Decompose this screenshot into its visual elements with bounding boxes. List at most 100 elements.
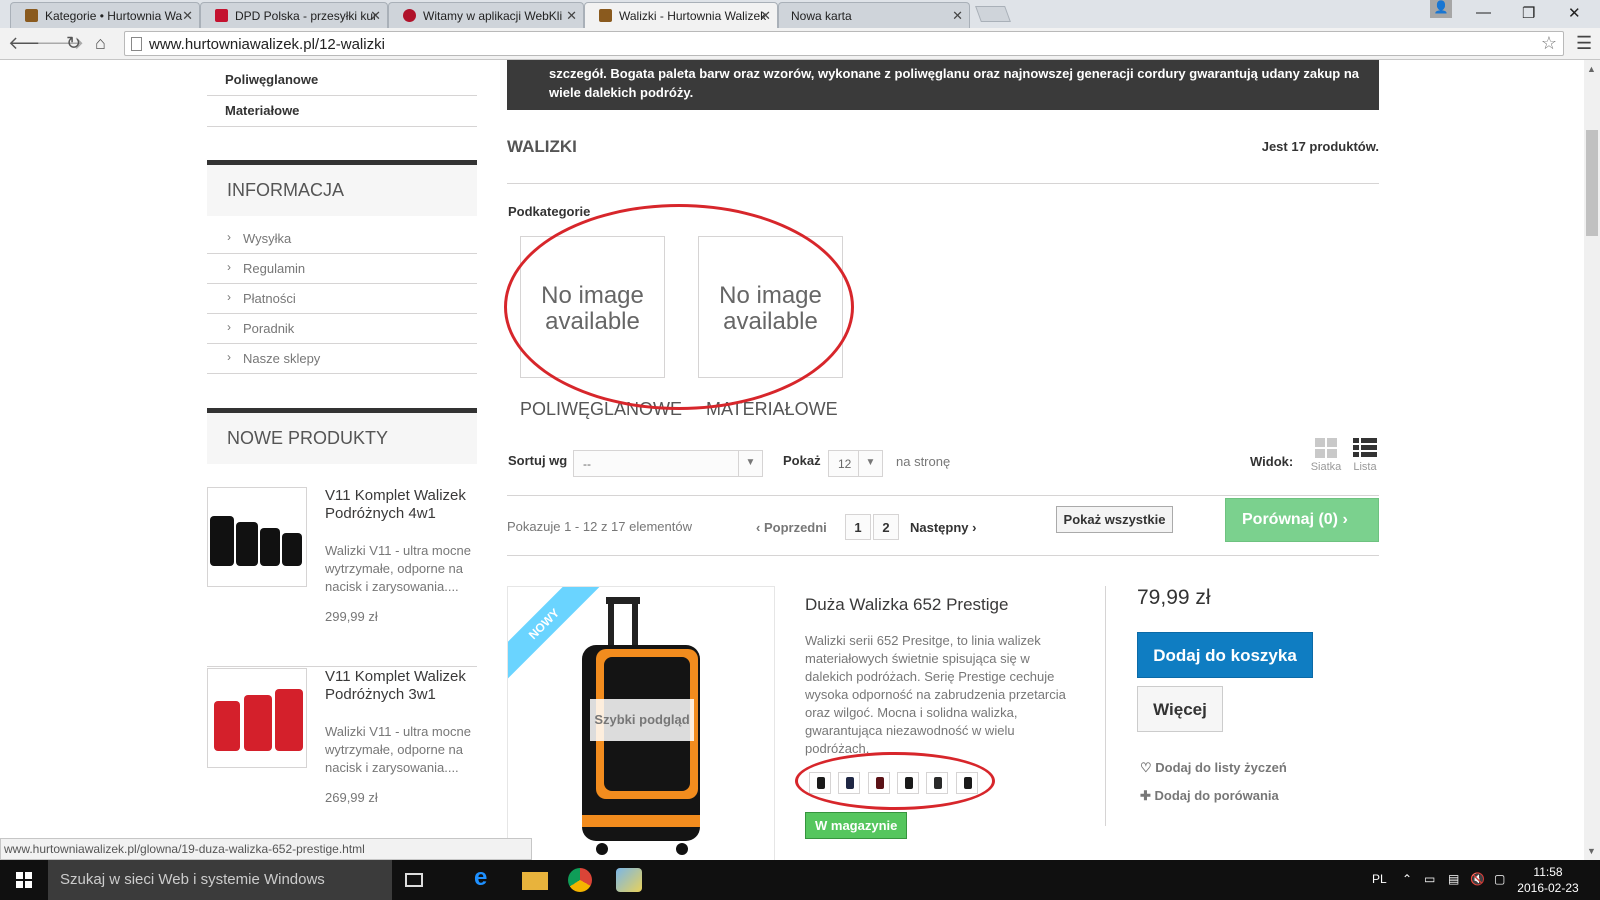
- category-description: szczegół. Bogata paleta barw oraz wzorów…: [507, 60, 1379, 110]
- address-bar[interactable]: www.hurtowniawalizek.pl/12-walizki ☆: [124, 31, 1564, 56]
- browser-tab[interactable]: Kategorie • Hurtownia Wa ✕: [10, 2, 200, 28]
- info-link-wysylka[interactable]: › Wysyłka: [207, 224, 477, 254]
- plus-icon: ✚: [1140, 788, 1155, 803]
- menu-icon[interactable]: ☰: [1576, 33, 1592, 54]
- tab-title: Witamy w aplikacji WebKli: [423, 9, 563, 23]
- per-page-value: 12: [838, 457, 852, 471]
- chevron-right-icon: ›: [227, 230, 231, 244]
- chevron-right-icon: ›: [227, 290, 231, 304]
- chevron-right-icon: ›: [1338, 511, 1348, 528]
- edge-browser-icon[interactable]: e: [474, 864, 500, 891]
- pagination-next[interactable]: Następny ›: [910, 520, 976, 535]
- add-to-wishlist-link[interactable]: ♡ Dodaj do listy życzeń: [1140, 760, 1287, 776]
- pagination-page-2[interactable]: 2: [873, 514, 899, 540]
- close-tab-icon[interactable]: ✕: [760, 8, 771, 24]
- new-product-price: 269,99 zł: [325, 790, 378, 805]
- scroll-up-icon[interactable]: ▲: [1587, 64, 1596, 74]
- chrome-icon[interactable]: [568, 868, 592, 892]
- add-to-compare-link[interactable]: ✚ Dodaj do porówania: [1140, 788, 1279, 804]
- suitcase-favicon-icon: [25, 9, 38, 22]
- taskbar-clock[interactable]: 11:58 2016-02-23: [1516, 864, 1580, 896]
- new-product-name[interactable]: V11 Komplet Walizek Podróżnych 3w1: [325, 668, 477, 704]
- info-link-poradnik[interactable]: › Poradnik: [207, 314, 477, 344]
- clock-date: 2016-02-23: [1517, 881, 1579, 895]
- sort-select-value: --: [583, 457, 591, 471]
- browser-tab[interactable]: Nowa karta ✕: [778, 2, 970, 28]
- new-product-price: 299,99 zł: [325, 609, 378, 624]
- info-link-label: Nasze sklepy: [243, 351, 321, 366]
- browser-tab[interactable]: DPD Polska - przesyłki kur ✕: [200, 2, 388, 28]
- page-icon: [131, 37, 142, 51]
- annotation-ellipse: [504, 204, 854, 410]
- reload-icon[interactable]: ↻: [66, 33, 81, 54]
- chevron-up-icon[interactable]: ⌃: [1402, 872, 1412, 886]
- file-explorer-icon[interactable]: [522, 872, 548, 890]
- close-tab-icon[interactable]: ✕: [566, 8, 577, 24]
- task-view-icon[interactable]: [405, 873, 423, 887]
- view-list-button[interactable]: Lista: [1347, 438, 1383, 473]
- annotation-ellipse: [795, 752, 995, 810]
- minimize-icon[interactable]: —: [1476, 4, 1491, 21]
- start-button[interactable]: [0, 860, 48, 900]
- view-grid-label: Siatka: [1310, 461, 1342, 473]
- home-icon[interactable]: ⌂: [95, 33, 106, 54]
- close-window-icon[interactable]: ✕: [1568, 4, 1581, 22]
- product-count: Jest 17 produktów.: [1261, 139, 1379, 154]
- product-name[interactable]: Duża Walizka 652 Prestige: [805, 595, 1008, 615]
- product-thumbnail[interactable]: [207, 668, 307, 768]
- show-all-button[interactable]: Pokaż wszystkie: [1056, 506, 1173, 533]
- category-description-line: szczegół. Bogata paleta barw oraz wzorów…: [549, 66, 1360, 81]
- product-image[interactable]: NOWY Szybki podgląd: [507, 586, 775, 860]
- divider: [507, 555, 1379, 556]
- add-to-cart-button[interactable]: Dodaj do koszyka: [1137, 632, 1313, 678]
- new-tab-button[interactable]: [975, 6, 1011, 22]
- webklient-favicon-icon: [403, 9, 416, 22]
- per-page-label: na stronę: [896, 454, 951, 469]
- list-icon: [1353, 438, 1377, 458]
- view-grid-button[interactable]: Siatka: [1308, 438, 1344, 473]
- profile-icon[interactable]: 👤: [1430, 0, 1452, 18]
- paint-icon[interactable]: [616, 868, 642, 892]
- page-scrollbar[interactable]: ▲ ▼: [1584, 60, 1600, 860]
- pagination-page-1[interactable]: 1: [845, 514, 871, 540]
- sidebar-category-materialowe[interactable]: Materiałowe: [207, 96, 477, 127]
- info-link-nasze-sklepy[interactable]: › Nasze sklepy: [207, 344, 477, 374]
- info-link-regulamin[interactable]: › Regulamin: [207, 254, 477, 284]
- sort-select[interactable]: -- ▼: [573, 450, 763, 477]
- info-link-label: Wysyłka: [243, 231, 292, 246]
- close-tab-icon[interactable]: ✕: [952, 8, 963, 24]
- tab-title: Kategorie • Hurtownia Wa: [45, 9, 183, 23]
- divider: [507, 183, 1379, 184]
- grid-icon: [1315, 438, 1337, 458]
- view-label: Widok:: [1250, 454, 1294, 469]
- bookmark-star-icon[interactable]: ☆: [1541, 33, 1557, 54]
- close-tab-icon[interactable]: ✕: [370, 8, 381, 24]
- product-thumbnail[interactable]: [207, 487, 307, 587]
- scroll-down-icon[interactable]: ▼: [1587, 846, 1596, 856]
- heart-icon: ♡: [1140, 760, 1156, 775]
- pagination-prev[interactable]: ‹ Poprzedni: [756, 520, 827, 535]
- taskbar-search[interactable]: Szukaj w sieci Web i systemie Windows: [48, 860, 392, 900]
- maximize-icon[interactable]: ❐: [1522, 4, 1535, 22]
- browser-tab-active[interactable]: Walizki - Hurtownia Walizek ✕: [584, 2, 778, 28]
- volume-muted-icon[interactable]: 🔇: [1470, 872, 1485, 886]
- language-indicator[interactable]: PL: [1372, 872, 1387, 886]
- suitcase-image: [260, 528, 280, 566]
- browser-tab[interactable]: Witamy w aplikacji WebKli ✕: [388, 2, 584, 28]
- info-link-label: Regulamin: [243, 261, 306, 276]
- quick-view-button[interactable]: Szybki podgląd: [590, 699, 694, 741]
- battery-icon[interactable]: ▭: [1424, 872, 1435, 886]
- close-tab-icon[interactable]: ✕: [182, 8, 193, 24]
- suitcase-image: [236, 522, 258, 566]
- network-icon[interactable]: ▤: [1448, 872, 1459, 886]
- windows-logo-icon: [16, 872, 32, 888]
- per-page-select[interactable]: 12 ▼: [828, 450, 883, 477]
- divider: [1105, 586, 1106, 826]
- more-button[interactable]: Więcej: [1137, 686, 1223, 732]
- info-link-platnosci[interactable]: › Płatności: [207, 284, 477, 314]
- sidebar-category-poliweglanowe[interactable]: Poliwęglanowe: [207, 65, 477, 96]
- notifications-icon[interactable]: ▢: [1494, 872, 1505, 886]
- new-product-name[interactable]: V11 Komplet Walizek Podróżnych 4w1: [325, 487, 477, 523]
- compare-button[interactable]: Porównaj (0) ›: [1225, 498, 1379, 542]
- scrollbar-thumb[interactable]: [1586, 130, 1598, 236]
